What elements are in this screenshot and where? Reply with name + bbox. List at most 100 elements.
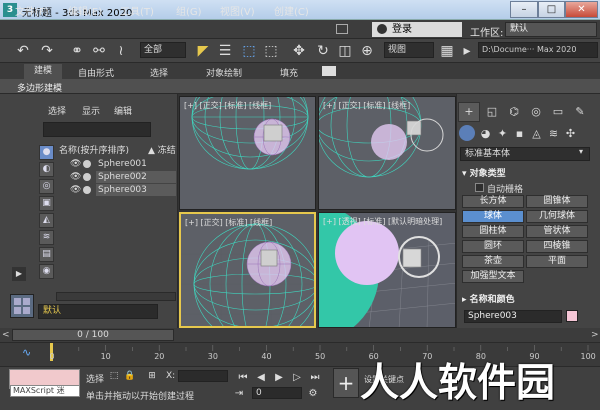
modify-tab-icon[interactable]: ◱ [484, 104, 500, 120]
teapot-button[interactable]: 茶壶 [462, 255, 524, 268]
object-type-heading[interactable]: ▾ 对象类型 [462, 166, 506, 179]
workspace-select[interactable]: 默认 [505, 22, 597, 37]
menu-create[interactable]: 创建(C) [274, 3, 309, 18]
tab-populate[interactable]: 填充 [280, 66, 298, 79]
viewport-label[interactable]: [+] [透视] [标准] [默认明暗处理] [323, 216, 442, 227]
autogrid-checkbox[interactable] [475, 183, 484, 192]
shapes-icon[interactable]: ◕ [478, 126, 493, 141]
set-key-button[interactable]: + [333, 368, 359, 398]
selection-lock-icon[interactable]: 🔒 [124, 370, 136, 382]
name-color-heading[interactable]: ▸ 名称和颜色 [462, 292, 515, 305]
go-to-end-icon[interactable]: ⏭ [308, 371, 322, 385]
se-menu-display[interactable]: 显示 [82, 104, 100, 117]
plane-button[interactable]: 平面 [526, 255, 588, 268]
time-config-icon[interactable]: ⚙ [306, 387, 320, 401]
geometry-type-select[interactable]: 标准基本体 [460, 147, 590, 161]
se-menu-edit[interactable]: 编辑 [114, 104, 132, 117]
tab-freeform[interactable]: 自由形式 [78, 66, 114, 79]
transform-mode-icon[interactable]: ⊞ [146, 370, 158, 382]
column-freeze-header[interactable]: ▲ 冻结 [148, 143, 176, 156]
tube-button[interactable]: 管状体 [526, 225, 588, 238]
scene-object-row[interactable]: 👁 Sphere003 [64, 184, 176, 196]
undo-icon[interactable]: ↶ [14, 42, 32, 60]
poly-modeling-label[interactable]: 多边形建模 [17, 81, 62, 94]
menu-overflow-icon[interactable] [336, 24, 348, 34]
viewport-top-right[interactable]: [+] [正交] [标准] [线框] [318, 96, 456, 210]
prev-frame-icon[interactable]: < [2, 330, 10, 340]
selection-filter-select[interactable]: 全部 [140, 42, 186, 58]
display-tab-icon[interactable]: ▭ [550, 104, 566, 120]
minimize-button[interactable]: – [510, 1, 538, 18]
filter-helpers-icon[interactable]: ◭ [39, 213, 54, 228]
cylinder-button[interactable]: 圆柱体 [462, 225, 524, 238]
object-name-field[interactable]: Sphere003 [464, 310, 562, 323]
filter-groups-icon[interactable]: ▤ [39, 247, 54, 262]
unlink-icon[interactable]: ⚯ [90, 42, 108, 60]
viewport-label[interactable]: [+] [正交] [标准] [线框] [185, 217, 272, 228]
time-slider-knob[interactable]: 0 / 100 [12, 329, 174, 341]
prev-key-icon[interactable]: ◀ [254, 371, 268, 385]
eye-icon[interactable]: 👁 [70, 172, 81, 182]
menu-tools[interactable]: 工具(T) [120, 3, 154, 18]
filter-cameras-icon[interactable]: ▣ [39, 196, 54, 211]
scene-search-input[interactable] [43, 122, 151, 137]
more-icon[interactable]: ▸ [458, 42, 476, 60]
isolate-selection-icon[interactable]: ⬚ [108, 370, 120, 382]
maximize-button[interactable]: □ [538, 1, 565, 18]
systems-icon[interactable]: ✣ [563, 126, 578, 141]
cone-button[interactable]: 圆锥体 [526, 195, 588, 208]
menu-edit[interactable]: 编辑(E) [68, 3, 102, 18]
maxscript-input[interactable]: MAXScript 迷 [10, 385, 80, 397]
play-icon[interactable]: ▶ [272, 371, 286, 385]
filter-geometry-icon[interactable]: ● [39, 145, 54, 160]
bind-spacewarp-icon[interactable]: ≀ [112, 42, 130, 60]
tab-modeling[interactable]: 建模 [24, 64, 62, 79]
filter-spacewarps-icon[interactable]: ≋ [39, 230, 54, 245]
scale-icon[interactable]: ◫ [336, 42, 354, 60]
se-menu-select[interactable]: 选择 [48, 104, 66, 117]
rect-selection-icon[interactable]: ⬚ [240, 42, 258, 60]
eye-icon[interactable]: 👁 [70, 159, 81, 169]
viewport-label[interactable]: [+] [正交] [标准] [线框] [184, 100, 271, 111]
horizontal-scrollbar[interactable] [56, 292, 176, 301]
menu-file[interactable]: 文件(F) [15, 3, 49, 18]
select-by-name-icon[interactable]: ☰ [216, 42, 234, 60]
pyramid-button[interactable]: 四棱锥 [526, 240, 588, 253]
next-key-icon[interactable]: ▷ [290, 371, 304, 385]
utilities-tab-icon[interactable]: ✎ [572, 104, 588, 120]
geometry-icon[interactable] [459, 125, 475, 141]
reference-coord-select[interactable]: 视图 [384, 42, 434, 58]
column-name-header[interactable]: 名称(按升序排序) [59, 143, 129, 156]
filter-display-all-icon[interactable]: ◉ [39, 264, 54, 279]
cameras-icon[interactable]: ▪ [512, 126, 527, 141]
helpers-icon[interactable]: ◬ [529, 126, 544, 141]
hierarchy-tab-icon[interactable]: ⌬ [506, 104, 522, 120]
scene-object-row[interactable]: 👁 Sphere002 [64, 171, 176, 183]
ribbon-options-icon[interactable] [322, 66, 336, 76]
torus-button[interactable]: 圆环 [462, 240, 524, 253]
window-crossing-icon[interactable]: ⬚ [262, 42, 280, 60]
current-layer-field[interactable]: 默认 [38, 304, 158, 319]
pivot-icon[interactable]: ▦ [438, 42, 456, 60]
geosphere-button[interactable]: 几何球体 [526, 210, 588, 223]
tab-selection[interactable]: 选择 [150, 66, 168, 79]
viewport-top-left[interactable]: [+] [正交] [标准] [线框] [179, 96, 316, 210]
menu-view[interactable]: 视图(V) [220, 3, 255, 18]
scene-object-row[interactable]: 👁 Sphere001 [64, 158, 176, 170]
filter-lights-icon[interactable]: ◎ [39, 179, 54, 194]
viewport-layout-icon[interactable] [10, 294, 34, 318]
filter-shapes-icon[interactable]: ◐ [39, 162, 54, 177]
eye-icon[interactable]: 👁 [70, 185, 81, 195]
motion-tab-icon[interactable]: ◎ [528, 104, 544, 120]
project-path-field[interactable]: D:\Docume··· Max 2020 [478, 42, 598, 58]
move-icon[interactable]: ✥ [290, 42, 308, 60]
go-to-start-icon[interactable]: ⏮ [236, 371, 250, 385]
viewport-bottom-right[interactable]: [+] [透视] [标准] [默认明暗处理] [318, 212, 456, 328]
box-button[interactable]: 长方体 [462, 195, 524, 208]
viewport-label[interactable]: [+] [正交] [标准] [线框] [323, 100, 410, 111]
expand-arrow-icon[interactable]: ▶ [12, 267, 26, 281]
lights-icon[interactable]: ✦ [495, 126, 510, 141]
close-button[interactable]: ✕ [565, 1, 598, 18]
placement-icon[interactable]: ⊕ [358, 42, 376, 60]
sphere-button[interactable]: 球体 [462, 210, 524, 223]
